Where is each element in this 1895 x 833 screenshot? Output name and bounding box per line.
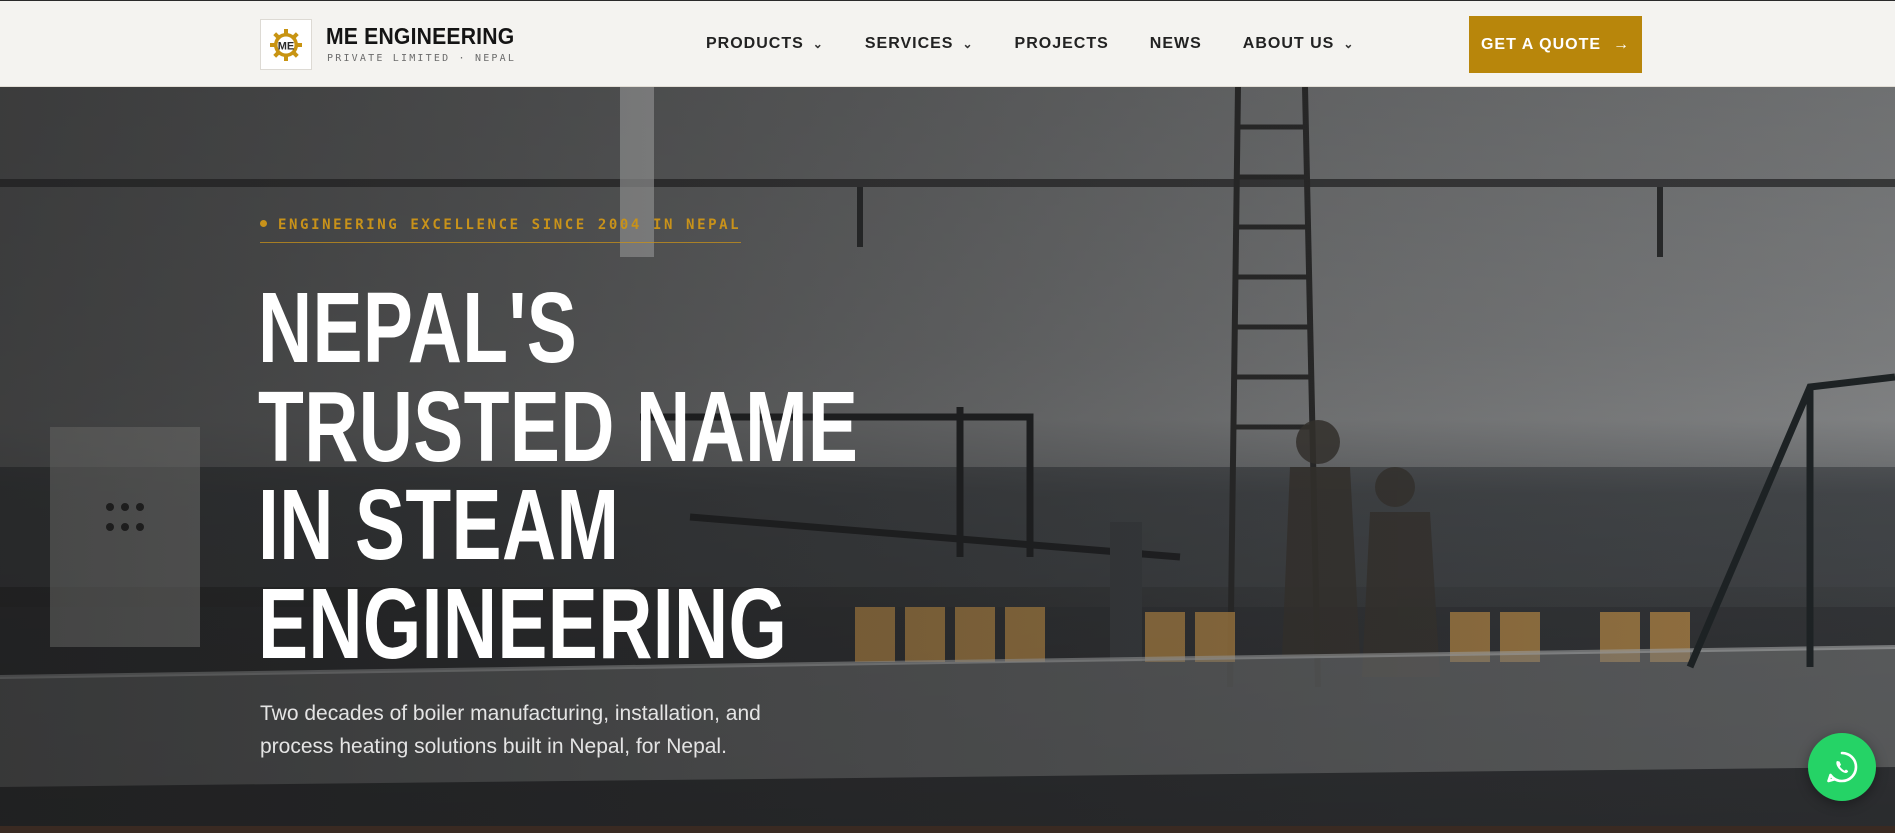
nav-item-label: SERVICES — [864, 35, 954, 52]
nav-item-about-us[interactable]: ABOUT US ⌄ — [1243, 35, 1355, 53]
nav-item-label: PROJECTS — [1014, 35, 1109, 52]
chevron-down-icon: ⌄ — [1343, 37, 1355, 51]
hero-headline-line: IN STEAM — [258, 469, 620, 581]
get-a-quote-label: GET A QUOTE — [1480, 35, 1602, 53]
hero-description: Two decades of boiler manufacturing, ins… — [260, 702, 761, 758]
nav-item-news[interactable]: NEWS — [1150, 35, 1202, 53]
hero-headline-line: TRUSTED NAME — [258, 370, 859, 483]
main-nav: PRODUCTS ⌄ SERVICES ⌄ PROJECTS NEWS ABOU… — [706, 34, 1354, 54]
nav-item-label: ABOUT US — [1242, 35, 1335, 52]
nav-item-projects[interactable]: PROJECTS — [1015, 35, 1109, 53]
nav-item-services[interactable]: SERVICES ⌄ — [865, 35, 974, 53]
svg-text:ME: ME — [278, 40, 295, 52]
hero-headline-line: ENGINEERING — [258, 567, 788, 680]
site-header: ME ME ENGINEERING PRIVATE LIMITED · NEPA… — [0, 0, 1895, 87]
get-a-quote-button[interactable]: GET A QUOTE → — [1469, 16, 1642, 73]
whatsapp-icon — [1827, 751, 1858, 783]
brand-logo[interactable]: ME — [260, 19, 312, 70]
hero-eyebrow-text: ENGINEERING EXCELLENCE SINCE 2004 IN NEP… — [278, 217, 742, 233]
chevron-down-icon: ⌄ — [812, 37, 824, 51]
hero-headline-line: NEPAL'S — [258, 272, 578, 384]
eyebrow-dot-icon — [260, 219, 267, 227]
whatsapp-chat-button[interactable] — [1808, 733, 1876, 801]
brand-subtitle: PRIVATE LIMITED · NEPAL — [327, 53, 517, 64]
brand-name[interactable]: ME ENGINEERING — [326, 23, 514, 50]
gear-me-logo-icon: ME — [270, 28, 302, 61]
nav-item-products[interactable]: PRODUCTS ⌄ — [706, 35, 824, 53]
next-section-edge — [0, 826, 1895, 833]
hero-headline: NEPAL'S TRUSTED NAME IN STEAM ENGINEERIN… — [258, 272, 978, 680]
hero-eyebrow: ENGINEERING EXCELLENCE SINCE 2004 IN NEP… — [260, 217, 742, 243]
arrow-right-icon: → — [1613, 35, 1631, 53]
nav-item-label: PRODUCTS — [706, 35, 804, 52]
nav-item-label: NEWS — [1149, 35, 1202, 52]
chevron-down-icon: ⌄ — [962, 37, 974, 51]
